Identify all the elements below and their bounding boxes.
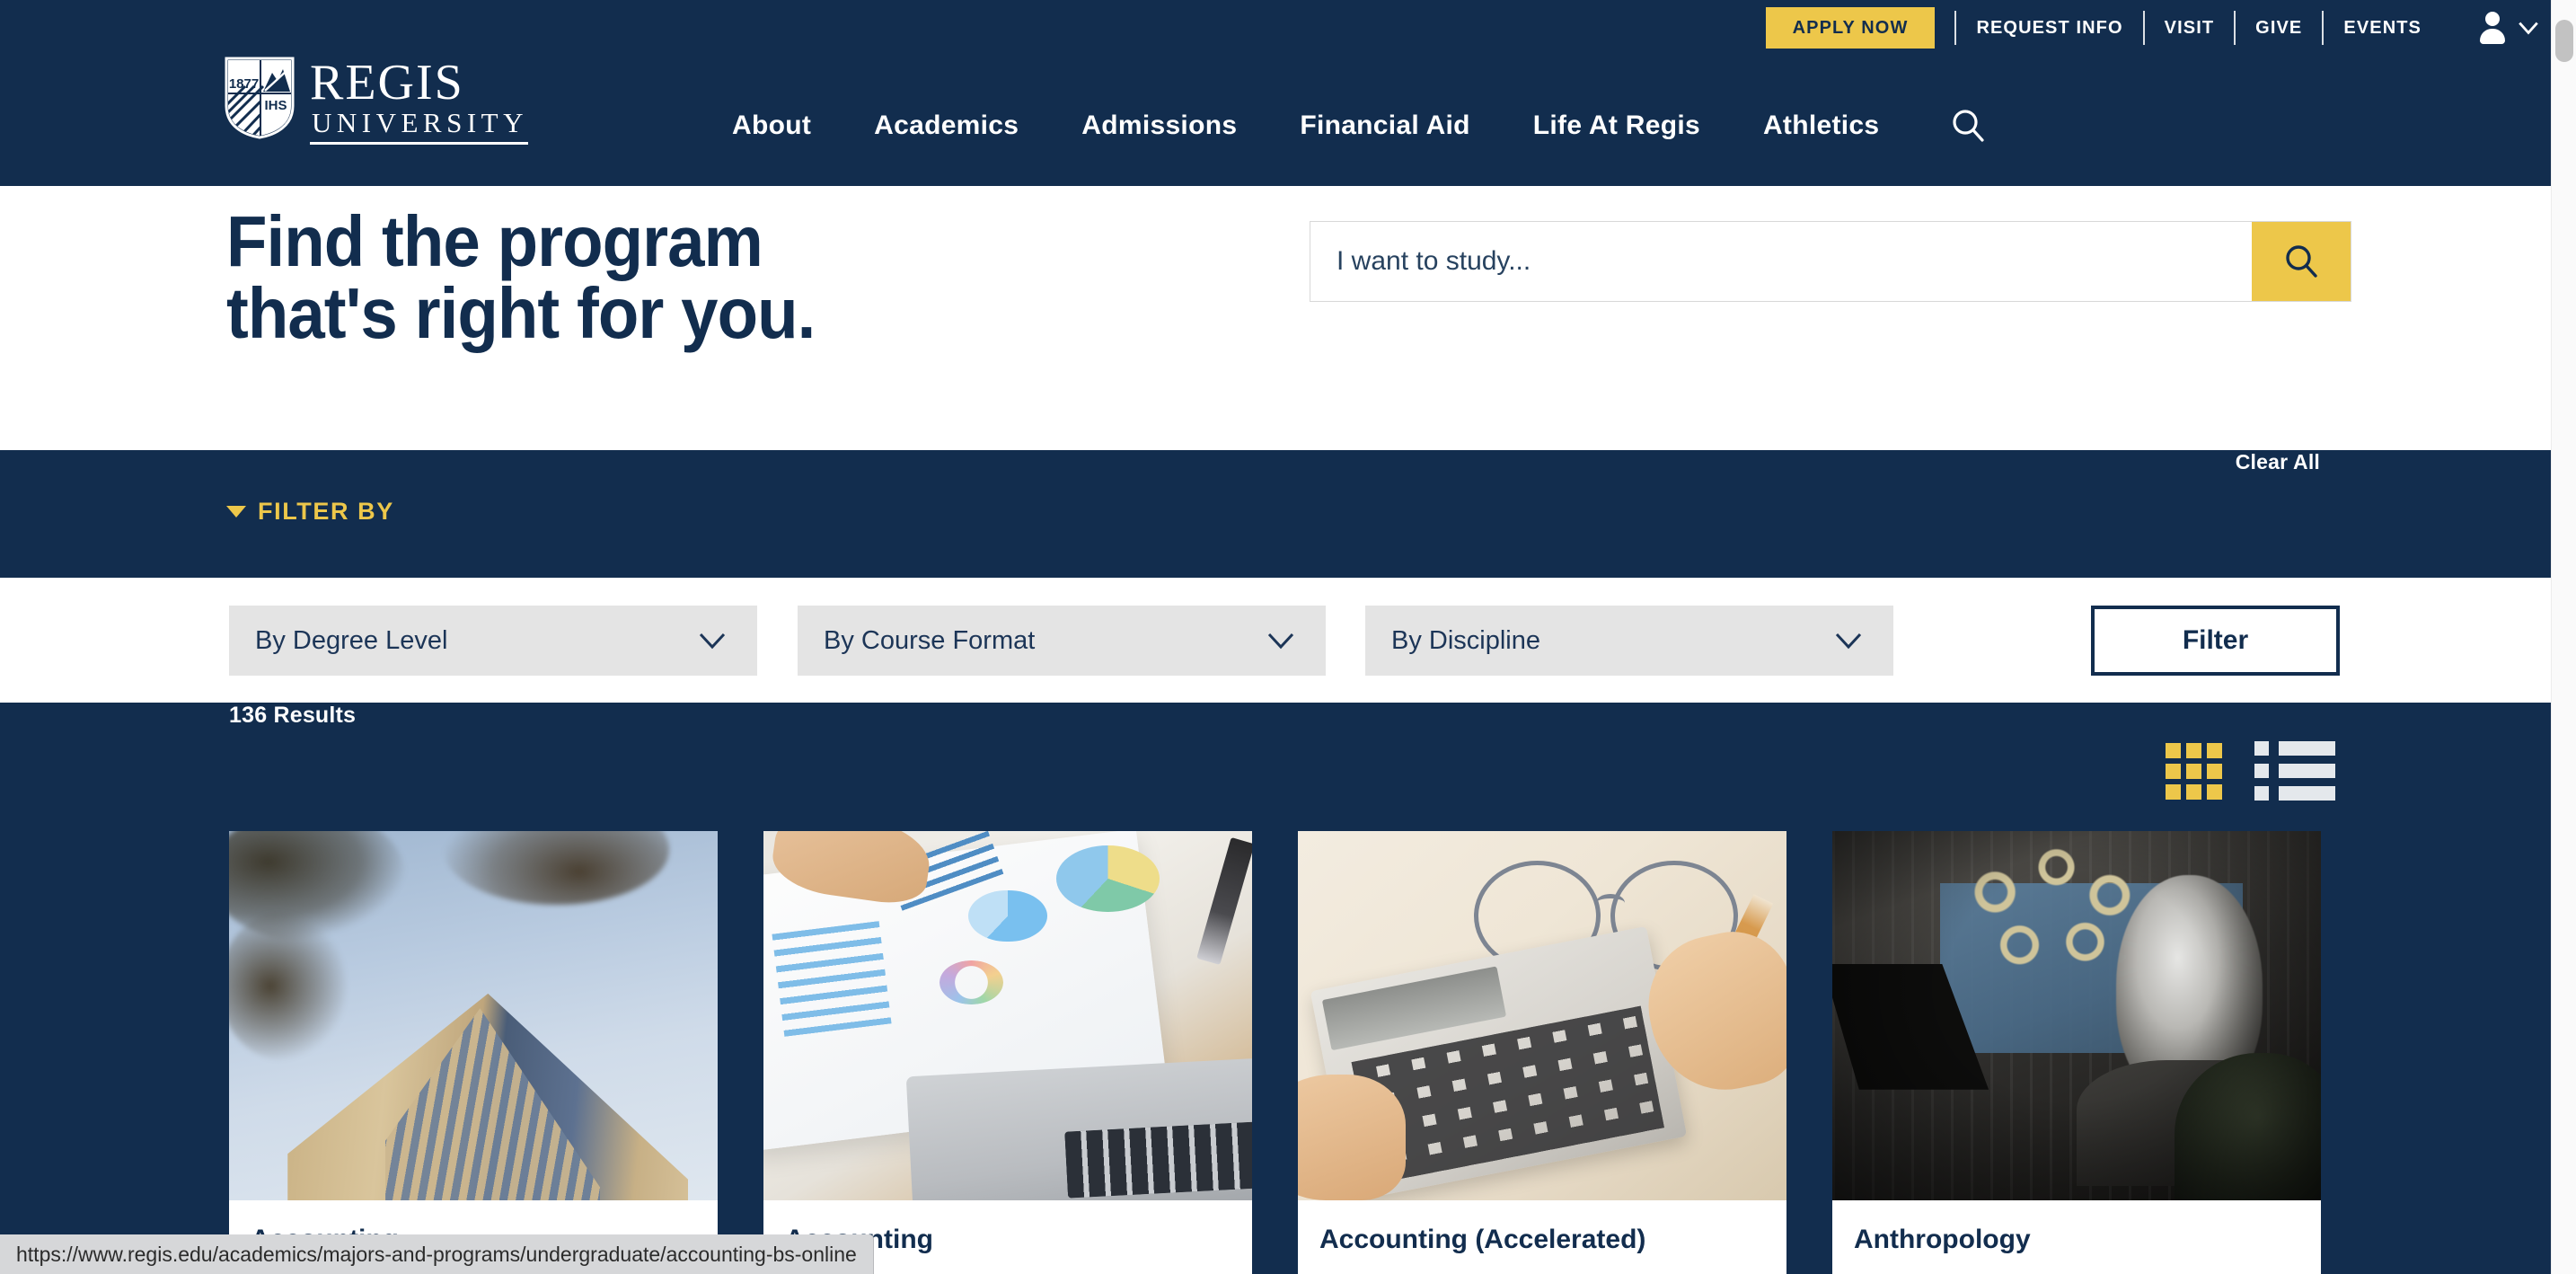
- page-viewport: APPLY NOW REQUEST INFO VISIT GIVE EVENTS: [0, 0, 2551, 1274]
- dropdown-degree-level[interactable]: By Degree Level: [229, 606, 757, 676]
- dropdown-course-format[interactable]: By Course Format: [798, 606, 1326, 676]
- browser-status-bar: https://www.regis.edu/academics/majors-a…: [0, 1234, 874, 1274]
- page-title: Find the program that's right for you.: [226, 206, 816, 349]
- divider: [2234, 11, 2236, 45]
- svg-text:IHS: IHS: [264, 98, 287, 113]
- main-navigation: About Academics Admissions Financial Aid…: [701, 108, 1986, 144]
- chevron-down-icon: [2519, 22, 2538, 35]
- logo-university-text: UNIVERSITY: [312, 107, 528, 139]
- dropdown-discipline-label: By Discipline: [1391, 625, 1540, 655]
- nav-item-academics[interactable]: Academics: [842, 111, 1050, 141]
- regis-shield-icon: 1877 IHS: [225, 57, 295, 139]
- program-search: [1310, 221, 2351, 302]
- divider: [1954, 11, 1957, 45]
- logo-regis-text: REGIS: [310, 55, 464, 111]
- utility-bar: APPLY NOW REQUEST INFO VISIT GIVE EVENTS: [1765, 0, 2551, 56]
- results-count: 136 Results: [229, 703, 357, 728]
- program-card-image: [1298, 831, 1786, 1200]
- account-menu[interactable]: [2477, 12, 2540, 44]
- filter-controls: By Degree Level By Course Format By Disc…: [0, 578, 2551, 703]
- program-card-title: Accounting (Accelerated): [1319, 1225, 1646, 1254]
- clear-all-button[interactable]: Clear All: [2236, 450, 2320, 474]
- divider: [2322, 11, 2325, 45]
- nav-item-athletics[interactable]: Athletics: [1732, 111, 1910, 141]
- nav-item-life-at-regis[interactable]: Life At Regis: [1502, 111, 1732, 141]
- nav-item-admissions[interactable]: Admissions: [1050, 111, 1268, 141]
- hero-section: Find the program that's right for you.: [0, 186, 2551, 450]
- filter-band: FILTER BY Clear All: [0, 450, 2551, 578]
- utility-link-events[interactable]: EVENTS: [2343, 18, 2422, 39]
- scrollbar-thumb[interactable]: [2555, 20, 2573, 62]
- site-header: APPLY NOW REQUEST INFO VISIT GIVE EVENTS: [0, 0, 2551, 186]
- triangle-down-icon: [226, 506, 246, 518]
- filter-by-label: FILTER BY: [258, 498, 394, 525]
- chevron-down-icon: [1267, 633, 1294, 650]
- grid-view-icon[interactable]: [2166, 742, 2222, 800]
- apply-now-button[interactable]: APPLY NOW: [1765, 7, 1936, 49]
- chevron-down-icon: [699, 633, 726, 650]
- user-icon: [2477, 12, 2508, 44]
- program-card[interactable]: Accounting: [763, 831, 1252, 1274]
- hero-title-line-2: that's right for you.: [226, 273, 816, 353]
- program-card[interactable]: Anthropology: [1832, 831, 2321, 1274]
- utility-link-visit[interactable]: VISIT: [2165, 18, 2215, 39]
- program-card[interactable]: Accounting (Accelerated): [1298, 831, 1786, 1274]
- search-submit-button[interactable]: [2252, 222, 2351, 301]
- filter-by-toggle[interactable]: FILTER BY: [226, 498, 394, 526]
- filter-submit-button[interactable]: Filter: [2091, 606, 2340, 676]
- view-toggle-group: [2166, 741, 2335, 801]
- list-view-icon[interactable]: [2254, 741, 2335, 801]
- logo-wordmark: REGIS UNIVERSITY: [310, 56, 528, 145]
- search-input[interactable]: [1310, 222, 2252, 301]
- header-search-toggle[interactable]: [1950, 108, 1986, 144]
- results-section: 136 Results Accounting (Accelerated) Ant…: [0, 703, 2551, 1274]
- dropdown-discipline[interactable]: By Discipline: [1365, 606, 1893, 676]
- search-icon: [2286, 245, 2317, 278]
- site-logo[interactable]: 1877 IHS REGIS UNIVERSITY: [224, 56, 528, 145]
- dropdown-degree-level-label: By Degree Level: [255, 625, 448, 655]
- divider: [2142, 11, 2145, 45]
- page-scrollbar[interactable]: [2551, 0, 2576, 1274]
- search-icon: [1953, 110, 1984, 142]
- utility-link-request-info[interactable]: REQUEST INFO: [1976, 18, 2122, 39]
- nav-item-about[interactable]: About: [701, 111, 842, 141]
- program-card-grid: Accounting Accounting: [229, 831, 2321, 1274]
- program-card-image: [763, 831, 1252, 1200]
- program-card-image: [229, 831, 718, 1200]
- hero-title-line-1: Find the program: [226, 201, 763, 281]
- chevron-down-icon: [1835, 633, 1862, 650]
- utility-link-give[interactable]: GIVE: [2255, 18, 2302, 39]
- program-card[interactable]: Accounting: [229, 831, 718, 1274]
- dropdown-course-format-label: By Course Format: [824, 625, 1036, 655]
- program-card-title: Anthropology: [1854, 1225, 2031, 1254]
- nav-item-financial-aid[interactable]: Financial Aid: [1268, 111, 1501, 141]
- logo-underline: [310, 141, 528, 145]
- program-card-image: [1832, 831, 2321, 1200]
- program-card-body: Anthropology: [1832, 1200, 2321, 1274]
- program-card-body: Accounting (Accelerated): [1298, 1200, 1786, 1274]
